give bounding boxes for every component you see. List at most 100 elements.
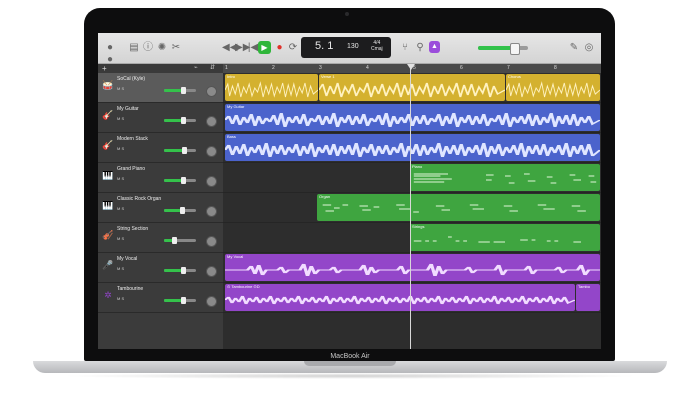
track-name: String Section <box>117 226 149 232</box>
track-name: Classic Rock Organ <box>117 196 162 202</box>
region-my-vocal[interactable]: My Vocal <box>225 254 600 281</box>
lcd-display[interactable]: 5. 1 130 4/4 Cmaj <box>301 37 391 58</box>
drummer-pattern <box>225 81 318 98</box>
volume-knob[interactable] <box>171 237 177 244</box>
pan-knob[interactable] <box>206 146 217 157</box>
mute-solo-buttons[interactable]: M S <box>117 146 124 151</box>
region-verse-1[interactable]: Verse 1 <box>319 74 505 101</box>
pan-knob[interactable] <box>206 116 217 127</box>
region-label: Verse 1 <box>321 74 335 79</box>
info-icon[interactable]: ⓘ <box>142 42 154 54</box>
track-header[interactable]: 🎸 Modern Stack M S <box>98 133 223 163</box>
pan-knob[interactable] <box>206 296 217 307</box>
volume-knob[interactable] <box>180 177 186 184</box>
library-icon[interactable]: ▤ <box>128 42 140 54</box>
track-volume-slider[interactable] <box>164 147 196 154</box>
mute-solo-buttons[interactable]: M S <box>117 206 124 211</box>
volume-knob[interactable] <box>181 117 187 124</box>
track-header[interactable]: 🎤 My Vocal M S <box>98 253 223 283</box>
arrange-area[interactable]: Intro Verse 1 Chorus My Guitar Bass Pian… <box>223 73 601 349</box>
volume-knob[interactable] <box>181 147 187 154</box>
region-strings[interactable]: Strings <box>410 224 600 251</box>
track-header[interactable]: 🎹 Grand Piano M S <box>98 163 223 193</box>
mute-solo-buttons[interactable]: M S <box>117 116 124 121</box>
smart-controls-icon[interactable]: ✺ <box>156 42 168 54</box>
volume-knob[interactable] <box>179 207 185 214</box>
master-volume-knob[interactable] <box>510 43 520 55</box>
lane-organ: Organ <box>223 193 601 223</box>
mute-solo-buttons[interactable]: M S <box>117 86 124 91</box>
region-my-guitar[interactable]: My Guitar <box>225 104 600 131</box>
rewind-icon[interactable]: ◀◀ <box>222 42 237 54</box>
count-in-icon[interactable]: ⚲ <box>414 42 426 54</box>
mute-solo-buttons[interactable]: M S <box>117 236 124 241</box>
region-label: Tambo <box>578 284 591 289</box>
lane-vocal: My Vocal <box>223 253 601 283</box>
ruler-mark: 8 <box>554 65 557 71</box>
region-chorus[interactable]: Chorus <box>506 74 600 101</box>
region-label: My Vocal <box>227 254 244 259</box>
guitar-icon: 🎸 <box>102 110 114 120</box>
playhead[interactable] <box>410 64 411 349</box>
organ-icon: 🎹 <box>102 200 114 210</box>
mute-solo-buttons[interactable]: M S <box>117 296 124 301</box>
volume-fill <box>164 179 183 182</box>
volume-knob[interactable] <box>181 267 187 274</box>
fast-forward-icon[interactable]: ▶▶ <box>235 42 250 54</box>
play-button[interactable]: ▶ <box>258 41 271 54</box>
pan-knob[interactable] <box>206 86 217 97</box>
pan-knob[interactable] <box>206 236 217 247</box>
track-volume-slider[interactable] <box>164 177 196 184</box>
track-volume-slider[interactable] <box>164 207 196 214</box>
ruler-mark: 6 <box>460 65 463 71</box>
region-intro[interactable]: Intro <box>225 74 318 101</box>
ruler-mark: 3 <box>319 65 322 71</box>
pan-knob[interactable] <box>206 266 217 277</box>
tuner-icon[interactable]: ⑂ <box>399 42 411 54</box>
mic-icon: 🎤 <box>102 260 114 270</box>
region-tambourine[interactable]: ⊙ Tambourine ⊙D <box>225 284 575 311</box>
track-header[interactable]: ✲ Tambourine M S <box>98 283 223 313</box>
smart-tempo-icon[interactable]: ⌁ <box>194 64 198 73</box>
playhead-handle[interactable] <box>407 64 415 70</box>
editors-icon[interactable]: ✂ <box>170 42 182 54</box>
drummer-pattern <box>506 81 600 98</box>
region-organ[interactable]: Organ <box>317 194 600 221</box>
track-header[interactable]: 🥁 SoCal (Kyle) M S <box>98 73 223 103</box>
notepad-icon[interactable]: ✎ <box>568 42 580 54</box>
track-menu-icon[interactable]: ⇵ <box>210 64 215 73</box>
master-volume-fill <box>478 46 514 50</box>
loop-browser-icon[interactable]: ◎ <box>583 42 595 54</box>
drummer-icon: 🥁 <box>102 80 114 90</box>
track-header[interactable]: 🎸 My Guitar M S <box>98 103 223 133</box>
track-volume-slider[interactable] <box>164 297 196 304</box>
track-volume-slider[interactable] <box>164 267 196 274</box>
pan-knob[interactable] <box>206 206 217 217</box>
midi-notes <box>413 236 581 243</box>
track-name: Tambourine <box>117 286 144 292</box>
region-tambourine-2[interactable]: Tambo <box>576 284 600 311</box>
master-volume-slider[interactable] <box>478 43 528 55</box>
cycle-icon[interactable]: ⟳ <box>287 42 299 54</box>
region-bass[interactable]: Bass <box>225 134 600 161</box>
mute-solo-buttons[interactable]: M S <box>117 266 124 271</box>
track-volume-slider[interactable] <box>164 237 196 244</box>
track-header[interactable]: 🎹 Classic Rock Organ M S <box>98 193 223 223</box>
drummer-pattern <box>319 82 505 98</box>
window-buttons[interactable]: ● ● ● <box>104 42 116 77</box>
track-volume-slider[interactable] <box>164 117 196 124</box>
track-volume-slider[interactable] <box>164 87 196 94</box>
pan-knob[interactable] <box>206 176 217 187</box>
volume-knob[interactable] <box>181 297 187 304</box>
track-header[interactable]: 🎻 String Section M S <box>98 223 223 253</box>
metronome-icon[interactable]: ▲ <box>429 41 440 53</box>
midi-notes <box>413 173 597 184</box>
lane-guitar: My Guitar <box>223 103 601 133</box>
add-track-icon[interactable]: + <box>102 64 107 73</box>
mute-solo-buttons[interactable]: M S <box>117 176 124 181</box>
camera-dot <box>345 12 349 16</box>
record-button[interactable]: ● <box>273 41 286 54</box>
region-piano[interactable]: Piano <box>410 164 600 191</box>
volume-knob[interactable] <box>181 87 187 94</box>
lane-bass: Bass <box>223 133 601 163</box>
